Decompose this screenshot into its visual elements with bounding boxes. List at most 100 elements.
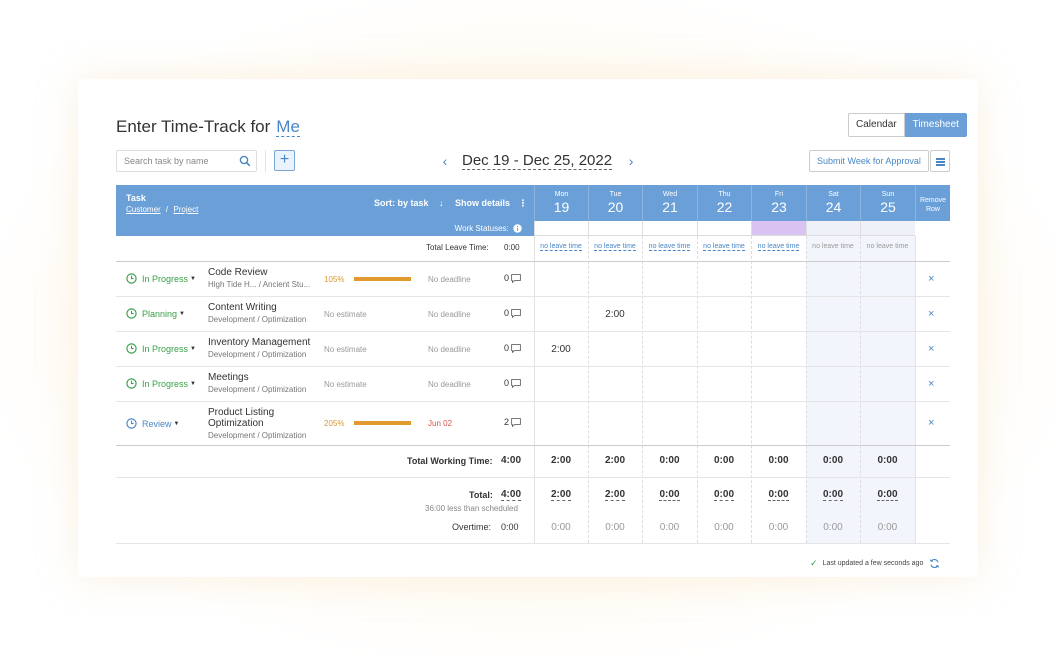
hours-cell-tue[interactable]: 2:00 [588, 309, 642, 320]
leave-cell-mon[interactable]: no leave time [534, 243, 588, 251]
add-task-button[interactable]: + [274, 150, 295, 171]
working-total-tue: 2:00 [604, 455, 625, 466]
status-dropdown[interactable]: In Progress ▼ [126, 273, 196, 284]
status-label: In Progress [142, 378, 189, 389]
clock-icon [126, 343, 137, 354]
task-name-line: Product Listing [208, 407, 275, 418]
task-customer-project: Development / Optimization [208, 385, 307, 394]
status-dropdown[interactable]: Planning ▼ [126, 308, 185, 319]
project-sort-link[interactable]: Project [173, 205, 198, 214]
overtime-thu: 0:00 [714, 522, 734, 533]
task-name[interactable]: Code Review [208, 267, 267, 278]
leave-cell-sat: no leave time [806, 243, 860, 250]
clock-icon [126, 273, 137, 284]
work-status-cell[interactable] [642, 221, 697, 236]
total-mon[interactable]: 2:00 [534, 489, 588, 501]
remove-row-icon[interactable]: × [928, 417, 934, 429]
comment-icon [511, 417, 521, 427]
status-label: In Progress [142, 273, 189, 284]
table-row: In Progress ▼ Meetings Development / Opti… [116, 367, 950, 402]
task-name[interactable]: Content Writing [208, 302, 277, 313]
work-status-cell[interactable] [534, 221, 588, 236]
working-total-wed: 0:00 [659, 455, 680, 466]
status-dropdown[interactable]: In Progress ▼ [126, 343, 196, 354]
submit-week-button[interactable]: Submit Week for Approval [809, 150, 929, 172]
remove-row-icon[interactable]: × [928, 378, 934, 390]
remove-row-icon[interactable]: × [928, 343, 934, 355]
remove-row-icon[interactable]: × [928, 273, 934, 285]
leave-cell-wed[interactable]: no leave time [642, 243, 697, 251]
total-fri[interactable]: 0:00 [751, 489, 806, 501]
work-status-cell[interactable] [697, 221, 751, 236]
total-label: Total: [469, 490, 493, 500]
task-name[interactable]: Product Listing Optimization [208, 407, 274, 429]
overtime-tue: 0:00 [605, 522, 625, 533]
total-value[interactable]: 4:00 [496, 489, 526, 501]
prev-week-icon[interactable]: ‹ [438, 153, 452, 169]
calendar-view-button[interactable]: Calendar [848, 113, 905, 137]
refresh-icon[interactable] [929, 558, 940, 569]
toolbar-divider [265, 150, 266, 172]
day-date: 21 [662, 199, 678, 215]
week-range[interactable]: Dec 19 - Dec 25, 2022 [462, 152, 613, 170]
total-thu[interactable]: 0:00 [697, 489, 751, 501]
total-tue[interactable]: 2:00 [588, 489, 642, 501]
work-status-cell[interactable] [588, 221, 642, 236]
task-name[interactable]: Meetings [208, 372, 249, 383]
status-label: Planning [142, 308, 178, 319]
deadline: No deadline [428, 310, 471, 319]
day-name: Thu [718, 191, 731, 198]
total-leave-value: 0:00 [504, 243, 520, 252]
deadline: No deadline [428, 345, 471, 354]
progress-fill [354, 421, 411, 425]
info-icon[interactable] [513, 224, 522, 233]
day-header-fri: Fri 23 [751, 185, 806, 221]
total-wed[interactable]: 0:00 [642, 489, 697, 501]
work-status-cell[interactable] [860, 221, 915, 236]
leave-cell-sun: no leave time [860, 243, 915, 250]
leave-link[interactable]: no leave time [648, 243, 691, 251]
day-header-sat: Sat 24 [806, 185, 860, 221]
status-dropdown[interactable]: Review ▼ [126, 418, 179, 429]
total-sun[interactable]: 0:00 [860, 489, 915, 501]
table-row: Review ▼ Product Listing Optimization Dev… [116, 402, 950, 445]
next-week-icon[interactable]: › [624, 153, 638, 169]
more-menu-button[interactable] [930, 150, 950, 172]
customer-sort-link[interactable]: Customer [126, 205, 161, 214]
comments[interactable]: 0 [504, 378, 521, 388]
comment-icon [511, 378, 521, 388]
leave-cell-thu[interactable]: no leave time [697, 243, 751, 251]
search-icon[interactable] [239, 155, 251, 167]
leave-cell-tue[interactable]: no leave time [588, 243, 642, 251]
hours-cell-mon[interactable]: 2:00 [534, 344, 588, 355]
estimate: No estimate [324, 345, 367, 354]
status-dropdown[interactable]: In Progress ▼ [126, 378, 196, 389]
comments[interactable]: 0 [504, 343, 521, 353]
total-day-text: 0:00 [768, 489, 789, 501]
last-updated-status: ✓ Last updated a few seconds ago [810, 558, 940, 569]
user-selector[interactable]: Me [276, 117, 300, 137]
work-status-cell-fri[interactable] [751, 221, 806, 236]
comment-icon [511, 273, 521, 283]
leave-cell-fri[interactable]: no leave time [751, 243, 806, 251]
leave-link[interactable]: no leave time [594, 243, 636, 251]
progress-fill [354, 277, 411, 281]
task-name[interactable]: Inventory Management [208, 337, 310, 348]
leave-link[interactable]: no leave time [703, 243, 745, 251]
search-input[interactable] [117, 151, 232, 171]
day-name: Tue [609, 191, 622, 198]
day-name: Wed [662, 191, 678, 198]
overtime-wed: 0:00 [659, 522, 680, 533]
sort-control[interactable]: Sort: by task ↓ [374, 198, 444, 208]
show-details-control[interactable]: Show details ⋮ [455, 198, 528, 209]
leave-link[interactable]: no leave time [540, 243, 582, 251]
remove-row-icon[interactable]: × [928, 308, 934, 320]
total-sat[interactable]: 0:00 [806, 489, 860, 501]
comments[interactable]: 2 [504, 417, 521, 427]
work-status-cell[interactable] [806, 221, 860, 236]
leave-link[interactable]: no leave time [757, 243, 800, 251]
timesheet-view-button[interactable]: Timesheet [904, 113, 967, 137]
day-date: 22 [716, 199, 733, 215]
comments[interactable]: 0 [504, 308, 521, 318]
comments[interactable]: 0 [504, 273, 521, 283]
